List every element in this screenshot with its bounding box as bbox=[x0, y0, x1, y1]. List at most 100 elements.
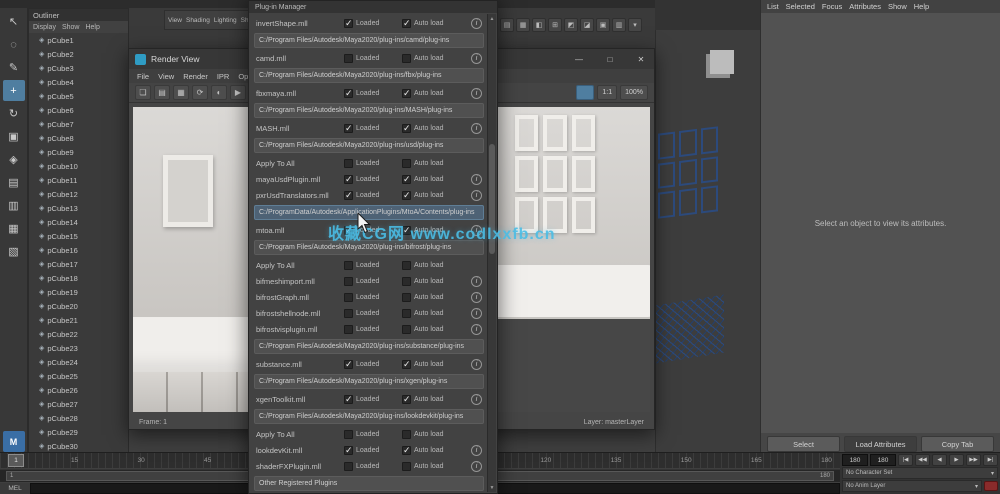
render-toolbar-icon[interactable]: ▦ bbox=[173, 85, 189, 100]
outliner-item[interactable]: ◈ pCube13 bbox=[29, 201, 128, 215]
info-icon[interactable]: i bbox=[471, 291, 482, 303]
autoload-checkbox-box[interactable] bbox=[402, 308, 411, 318]
info-icon[interactable]: i bbox=[471, 393, 482, 405]
close-button[interactable]: ✕ bbox=[628, 49, 654, 69]
loaded-checkbox-box[interactable] bbox=[344, 394, 353, 405]
zoom-active-toggle[interactable] bbox=[576, 85, 595, 100]
outliner-item[interactable]: ◈ pCube28 bbox=[29, 411, 128, 425]
outliner-item[interactable]: ◈ pCube22 bbox=[29, 327, 128, 341]
panel-menu-item[interactable]: View bbox=[168, 17, 182, 24]
outliner-item[interactable]: ◈ pCube9 bbox=[29, 145, 128, 159]
status-line-icon[interactable]: ◧ bbox=[532, 18, 546, 32]
plugin-path-header[interactable]: C:/Program Files/Autodesk/Maya2020/plug-… bbox=[254, 138, 484, 153]
outliner-item[interactable]: ◈ pCube30 bbox=[29, 439, 128, 453]
autoload-checkbox-box[interactable] bbox=[402, 123, 411, 134]
info-icon[interactable]: i bbox=[471, 275, 482, 287]
info-icon[interactable]: i bbox=[471, 52, 482, 64]
autoload-checkbox[interactable]: Auto load bbox=[402, 359, 460, 370]
loaded-checkbox-box[interactable] bbox=[344, 260, 353, 270]
tool-icon[interactable]: + bbox=[2, 80, 25, 101]
autoload-checkbox-box[interactable] bbox=[402, 53, 411, 63]
render-toolbar-icon[interactable]: ▶ bbox=[230, 85, 246, 100]
plugin-path-header[interactable]: C:/ProgramData/Autodesk/ApplicationPlugi… bbox=[254, 205, 484, 220]
loaded-checkbox-box[interactable] bbox=[344, 461, 353, 471]
panel-menu-item[interactable]: Lighting bbox=[214, 17, 237, 24]
loaded-checkbox[interactable]: Loaded bbox=[344, 276, 402, 286]
outliner-item[interactable]: ◈ pCube10 bbox=[29, 159, 128, 173]
loaded-checkbox-box[interactable] bbox=[344, 324, 353, 334]
outliner-item[interactable]: ◈ pCube1 bbox=[29, 33, 128, 47]
loaded-checkbox-box[interactable] bbox=[344, 88, 353, 99]
autoload-checkbox-box[interactable] bbox=[402, 461, 411, 471]
autoload-checkbox-box[interactable] bbox=[402, 429, 411, 439]
outliner-item[interactable]: ◈ pCube14 bbox=[29, 215, 128, 229]
loaded-checkbox-box[interactable] bbox=[344, 276, 353, 286]
autoload-checkbox[interactable]: Auto load bbox=[402, 123, 460, 134]
autoload-checkbox[interactable]: Auto load bbox=[402, 18, 460, 29]
loaded-checkbox[interactable]: Loaded bbox=[344, 225, 402, 236]
status-line-icon[interactable]: ◩ bbox=[564, 18, 578, 32]
tool-icon[interactable]: ▦ bbox=[3, 218, 25, 239]
tool-icon[interactable]: ◌ bbox=[3, 34, 25, 55]
info-icon[interactable]: i bbox=[471, 122, 482, 134]
render-toolbar-icon[interactable]: ⟳ bbox=[192, 85, 208, 100]
outliner-item[interactable]: ◈ pCube11 bbox=[29, 173, 128, 187]
info-icon[interactable]: i bbox=[471, 17, 482, 29]
autoload-checkbox[interactable]: Auto load bbox=[402, 88, 460, 99]
outliner-item[interactable]: ◈ pCube18 bbox=[29, 271, 128, 285]
tool-icon[interactable]: ▣ bbox=[3, 126, 25, 147]
tool-icon[interactable]: ↻ bbox=[3, 103, 25, 124]
outliner-item[interactable]: ◈ pCube8 bbox=[29, 131, 128, 145]
loaded-checkbox[interactable]: Loaded bbox=[344, 158, 402, 168]
loaded-checkbox-box[interactable] bbox=[344, 123, 353, 134]
autoload-checkbox[interactable]: Auto load bbox=[402, 53, 460, 63]
attribute-editor-button[interactable]: Select bbox=[767, 436, 840, 452]
loaded-checkbox[interactable]: Loaded bbox=[344, 174, 402, 185]
loaded-checkbox[interactable]: Loaded bbox=[344, 190, 402, 201]
autoload-checkbox-box[interactable] bbox=[402, 260, 411, 270]
autoload-checkbox[interactable]: Auto load bbox=[402, 174, 460, 185]
status-line-icon[interactable]: ▾ bbox=[628, 18, 642, 32]
loaded-checkbox-box[interactable] bbox=[344, 225, 353, 236]
scrollbar-thumb[interactable] bbox=[489, 144, 495, 254]
loaded-checkbox-box[interactable] bbox=[344, 429, 353, 439]
outliner-item[interactable]: ◈ pCube12 bbox=[29, 187, 128, 201]
transport-button[interactable]: ▶▶ bbox=[966, 454, 981, 466]
outliner-item[interactable]: ◈ pCube5 bbox=[29, 89, 128, 103]
wireframe-frames-object[interactable] bbox=[658, 126, 718, 219]
autoload-checkbox-box[interactable] bbox=[402, 445, 411, 456]
outliner-item[interactable]: ◈ pCube29 bbox=[29, 425, 128, 439]
loaded-checkbox-box[interactable] bbox=[344, 174, 353, 185]
status-line-icon[interactable]: ◪ bbox=[580, 18, 594, 32]
view-cube-icon[interactable] bbox=[710, 50, 734, 74]
anim-layer-dropdown[interactable]: No Anim Layer ▾ bbox=[842, 480, 982, 492]
attribute-editor-menu-item[interactable]: Help bbox=[914, 2, 929, 11]
autoload-checkbox-box[interactable] bbox=[402, 359, 411, 370]
autoload-checkbox[interactable]: Auto load bbox=[402, 225, 460, 236]
render-toolbar-icon[interactable]: ◐ bbox=[211, 85, 227, 100]
autoload-checkbox-box[interactable] bbox=[402, 225, 411, 236]
autoload-checkbox[interactable]: Auto load bbox=[402, 324, 460, 334]
loaded-checkbox[interactable]: Loaded bbox=[344, 461, 402, 471]
autoload-checkbox[interactable]: Auto load bbox=[402, 190, 460, 201]
render-view-menu-item[interactable]: View bbox=[158, 72, 174, 81]
tool-icon[interactable]: M bbox=[2, 431, 25, 452]
plugin-manager-titlebar[interactable]: Plug-in Manager bbox=[249, 1, 497, 13]
autoload-checkbox-box[interactable] bbox=[402, 276, 411, 286]
transport-button[interactable]: ▶| bbox=[983, 454, 998, 466]
autoload-checkbox-box[interactable] bbox=[402, 394, 411, 405]
attribute-editor-menu-item[interactable]: List bbox=[767, 2, 779, 11]
plugin-path-header[interactable]: C:/Program Files/Autodesk/Maya2020/plug-… bbox=[254, 68, 484, 83]
status-line-icon[interactable]: ▣ bbox=[596, 18, 610, 32]
outliner-item[interactable]: ◈ pCube17 bbox=[29, 257, 128, 271]
loaded-checkbox[interactable]: Loaded bbox=[344, 324, 402, 334]
autoload-checkbox-box[interactable] bbox=[402, 174, 411, 185]
info-icon[interactable]: i bbox=[471, 358, 482, 370]
wireframe-lattice-object[interactable] bbox=[656, 294, 724, 364]
attribute-editor-menu-item[interactable]: Attributes bbox=[849, 2, 881, 11]
autoload-checkbox-box[interactable] bbox=[402, 292, 411, 302]
loaded-checkbox[interactable]: Loaded bbox=[344, 292, 402, 302]
outliner-item[interactable]: ◈ pCube7 bbox=[29, 117, 128, 131]
info-icon[interactable]: i bbox=[471, 323, 482, 335]
outliner-item[interactable]: ◈ pCube27 bbox=[29, 397, 128, 411]
